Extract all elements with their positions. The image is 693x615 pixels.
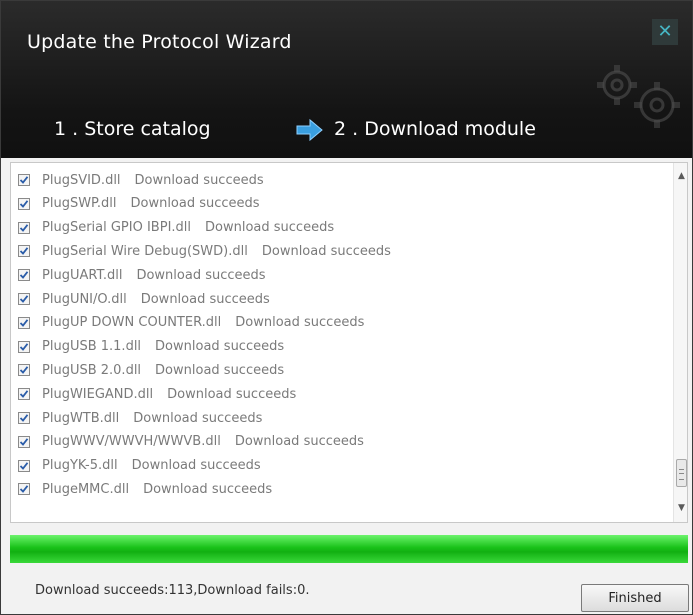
checkbox[interactable] (18, 197, 30, 210)
module-filename: PlugSerial Wire Debug(SWD).dll (42, 243, 248, 259)
scroll-down-icon[interactable]: ▼ (674, 501, 687, 515)
scroll-up-icon[interactable]: ▲ (674, 169, 687, 183)
module-list[interactable]: PlugSVID.dll Download succeeds PlugSWP.dll… (10, 162, 688, 523)
window-title: Update the Protocol Wizard (27, 31, 292, 53)
module-filename: PlugWIEGAND.dll (42, 386, 154, 402)
module-filename: PlugWWV/WWVH/WWVB.dll (42, 434, 221, 450)
module-filename: PlugWTB.dll (42, 410, 120, 426)
module-filename: PlugSerial GPIO IBPI.dll (42, 220, 192, 236)
module-status: Download succeeds (155, 339, 285, 355)
list-item[interactable]: PlugUART.dll Download succeeds (18, 264, 266, 286)
module-filename: PlugYK-5.dll (42, 458, 118, 474)
module-status: Download succeeds (130, 196, 260, 212)
module-status: Download succeeds (143, 481, 273, 497)
checkbox[interactable] (18, 293, 30, 305)
module-filename: PlugSVID.dll (42, 172, 121, 188)
step-store-catalog: 1 . Store catalog (54, 118, 211, 140)
list-item[interactable]: PlugUP DOWN COUNTER.dll Download succeeds (18, 312, 364, 334)
progress-fill (10, 535, 688, 563)
checkbox[interactable] (18, 364, 30, 377)
list-item[interactable]: PlugUSB 1.1.dll Download succeeds (18, 336, 284, 358)
finished-button[interactable]: Finished (581, 584, 689, 612)
module-status: Download succeeds (234, 434, 364, 450)
gears-icon (597, 65, 680, 128)
checkbox[interactable] (18, 412, 30, 424)
vertical-scrollbar[interactable]: ▲ ▼ (673, 163, 687, 522)
list-item[interactable]: PlugUSB 2.0.dll Download succeeds (18, 359, 284, 381)
module-filename: PlugUNI/O.dll (42, 291, 127, 307)
checkbox[interactable] (18, 340, 30, 353)
module-filename: PlugUART.dll (42, 267, 123, 283)
module-status: Download succeeds (140, 291, 270, 307)
module-status: Download succeeds (261, 243, 391, 259)
module-status: Download succeeds (134, 172, 264, 188)
download-progress-bar (10, 535, 688, 563)
checkbox[interactable] (18, 316, 30, 329)
grip-icon (679, 469, 684, 480)
checkbox[interactable] (18, 245, 30, 258)
checkbox[interactable] (18, 221, 30, 234)
close-icon: ✕ (657, 21, 673, 42)
list-item[interactable]: PlugWIEGAND.dll Download succeeds (18, 383, 296, 405)
module-filename: PlugUSB 1.1.dll (42, 339, 142, 355)
module-status: Download succeeds (167, 386, 297, 402)
module-status: Download succeeds (133, 410, 263, 426)
list-item[interactable]: PlugWTB.dll Download succeeds (18, 407, 262, 429)
step-download-module: 2 . Download module (334, 118, 536, 140)
download-summary: Download succeeds:113,Download fails:0. (35, 583, 310, 598)
list-item[interactable]: PlugSWP.dll Download succeeds (18, 193, 260, 215)
checkbox[interactable] (18, 435, 30, 448)
list-item[interactable]: PlugSerial Wire Debug(SWD).dll Download s… (18, 240, 391, 262)
module-status: Download succeeds (131, 458, 261, 474)
list-item[interactable]: PlugWWV/WWVH/WWVB.dll Download succeeds (18, 431, 364, 453)
module-filename: PlugeMMC.dll (42, 481, 130, 497)
list-item[interactable]: PlugUNI/O.dll Download succeeds (18, 288, 270, 310)
wizard-header: Update the Protocol Wizard ✕ 1 . Store c… (1, 1, 692, 158)
module-status: Download succeeds (155, 362, 285, 378)
checkbox[interactable] (18, 483, 30, 496)
module-status: Download succeeds (205, 220, 335, 236)
module-status: Download succeeds (136, 267, 266, 283)
module-filename: PlugSWP.dll (42, 196, 117, 212)
checkbox[interactable] (18, 459, 30, 472)
module-filename: PlugUSB 2.0.dll (42, 362, 142, 378)
wizard-window: Update the Protocol Wizard ✕ 1 . Store c… (0, 0, 693, 615)
module-filename: PlugUP DOWN COUNTER.dll (42, 315, 222, 331)
close-button[interactable]: ✕ (652, 19, 678, 45)
checkbox[interactable] (18, 174, 30, 186)
arrow-right-icon (296, 118, 323, 142)
checkbox[interactable] (18, 269, 30, 282)
list-item[interactable]: PlugSVID.dll Download succeeds (18, 169, 264, 191)
list-item[interactable]: PlugYK-5.dll Download succeeds (18, 455, 261, 477)
module-status: Download succeeds (235, 315, 365, 331)
list-item[interactable]: PlugSerial GPIO IBPI.dll Download succeed… (18, 217, 334, 239)
checkbox[interactable] (18, 388, 30, 401)
scroll-thumb[interactable] (676, 459, 687, 487)
list-item[interactable]: PlugeMMC.dll Download succeeds (18, 478, 272, 500)
